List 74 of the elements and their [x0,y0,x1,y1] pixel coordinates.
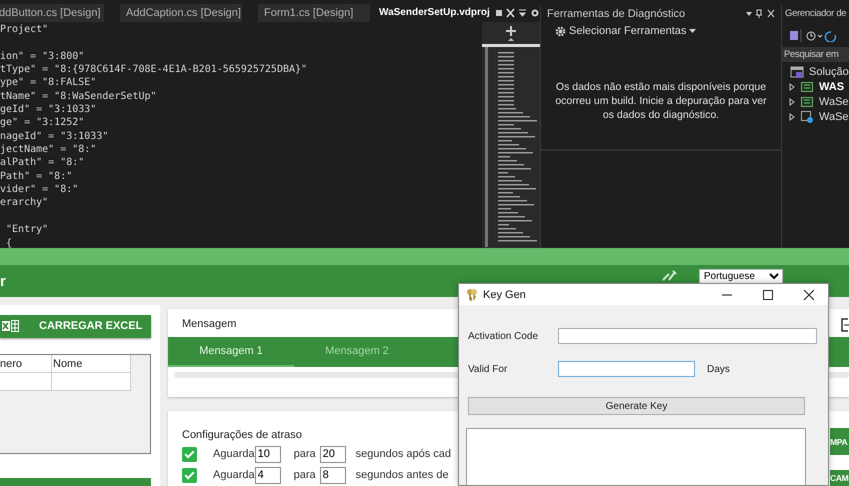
window-title: r [0,272,6,290]
code-line: nageId" = "3:1033" [0,130,110,144]
code-line: alPath" = "8:" [0,156,86,170]
tree-item[interactable]: Solução [809,66,849,78]
load-excel-button[interactable]: CARREGAR EXCEL [0,315,151,338]
spreadsheet-icon [1,320,19,332]
unit-label: Days [707,364,730,374]
label: Aguarda [213,448,255,460]
code-line: ion" = "3:800" [0,50,86,64]
editor-tab[interactable]: Form1.cs [Design] [258,4,370,22]
code-line: geId" = "3:1033" [0,103,98,116]
maximize-icon[interactable] [762,288,774,300]
table-cell[interactable] [0,372,52,391]
input-field[interactable] [558,361,695,377]
project-icon [800,94,814,108]
code-line: Project" [0,23,50,36]
contacts-table[interactable]: nero Nome [0,354,151,454]
code-line: tType" = "8:{978C614F-708E-4E1A-B201-565925725DBA}" [0,63,308,76]
search-field[interactable]: Pesquisar em [782,47,849,62]
number-field[interactable]: 10 [254,446,281,462]
code-line: erarchy" [0,196,50,210]
card-title: Mensagem [182,318,236,332]
select-tools-dropdown[interactable]: Selecionar Ferramentas [553,22,698,40]
number-field[interactable]: 8 [320,466,346,484]
number-field[interactable]: 4 [254,466,281,484]
panel-controls-icon[interactable] [745,8,775,18]
code-line: tName" = "8:WaSenderSetUp" [0,90,158,104]
label: segundos antes de [356,469,449,481]
table-cell[interactable] [52,372,131,391]
toolbar-icon[interactable] [787,28,837,42]
card-title: Configurações de atraso [182,429,302,441]
code-line: ype" = "8:FALSE" [0,76,98,90]
input-field[interactable] [558,328,817,344]
panel-title: Gerenciador de [785,8,846,19]
setup-project-icon [800,110,814,124]
tree-item[interactable]: WAS [819,80,844,92]
field-label: Valid For [468,364,508,374]
code-line: vider" = "8:" [0,183,80,196]
number-field[interactable]: 20 [320,446,346,462]
code-line: ge" = "3:1252" [0,116,86,130]
action-button[interactable]: MPA [830,428,849,455]
generate-key-button[interactable]: Generate Key [468,397,805,415]
code-line: Path" = "8:" [0,170,74,184]
solution-icon [790,64,804,78]
editor-tab[interactable]: AddCaption.cs [Design] [120,4,242,22]
square-icon[interactable] [841,318,849,332]
label: Aguarda [213,469,255,481]
label: para [294,469,316,481]
column-header[interactable]: nero [0,354,52,373]
tree-item[interactable]: WaSe [819,96,849,108]
close-icon[interactable] [803,288,815,300]
label: segundos após cad [356,448,452,460]
key-icon [466,288,478,301]
message-tab[interactable]: Mensagem 1 [168,337,294,367]
column-header[interactable]: Nome [52,354,131,373]
code-line: "Entry" [5,223,50,236]
language-dropdown[interactable]: Portuguese [698,268,783,284]
checkbox[interactable] [182,468,197,482]
label: para [294,448,316,460]
gear-icon [555,26,566,36]
window-title: Key Gen [483,288,527,300]
field-label: Activation Code [468,330,540,342]
panel-title: Ferramentas de Diagnóstico [547,8,686,20]
tree-item[interactable]: WaSe [819,110,849,122]
tab-controls-icon[interactable] [494,8,540,18]
code-line: { [5,236,14,250]
diagnostics-message: Os dados não estão mais disponíveis porque ocorreu um build. Inicie a depuração para ver os dados do diagnóstico. [554,80,768,122]
action-button[interactable]: CAM [830,470,849,486]
output-field[interactable] [466,428,806,485]
tools-icon[interactable] [660,268,677,282]
project-icon [800,80,814,94]
checkbox[interactable] [182,446,197,462]
caret-icon [689,28,696,34]
code-line: jectName" = "8:" [0,143,98,156]
